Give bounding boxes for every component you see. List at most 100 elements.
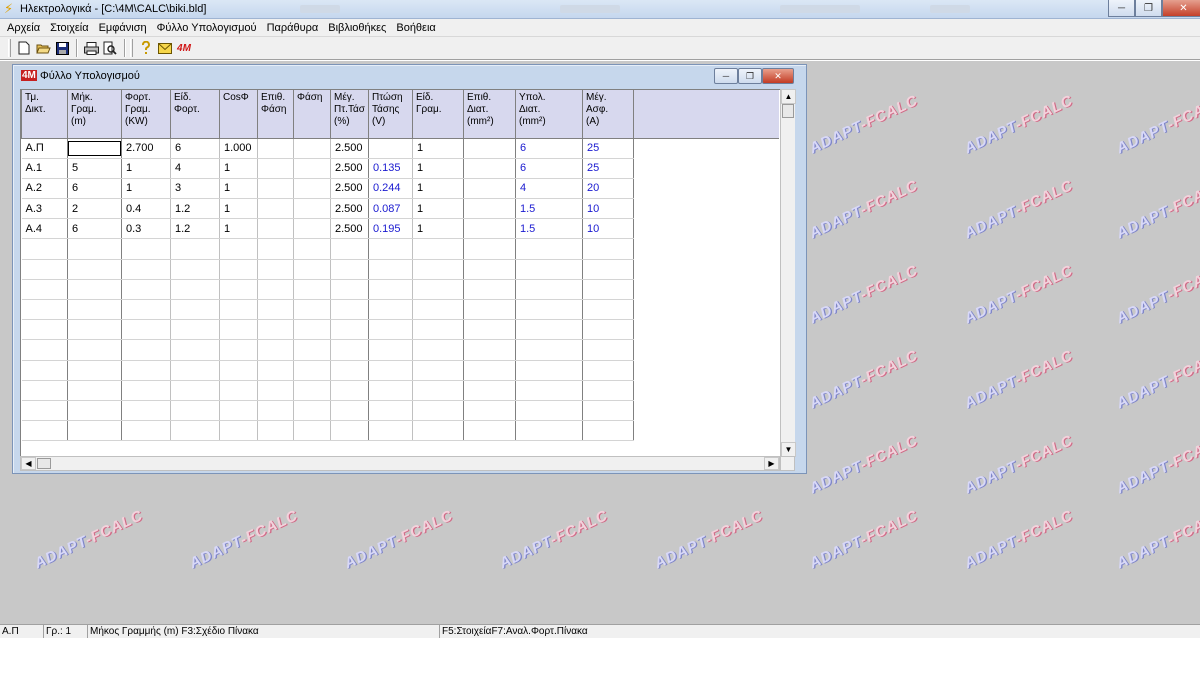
- table-cell[interactable]: [582, 238, 634, 260]
- table-cell[interactable]: 2: [67, 198, 122, 220]
- table-cell[interactable]: [330, 380, 369, 401]
- table-cell[interactable]: [170, 319, 220, 341]
- table-cell[interactable]: 3: [170, 178, 220, 200]
- table-cell[interactable]: [219, 420, 258, 442]
- table-cell[interactable]: 2.700: [121, 138, 171, 159]
- scroll-down-button[interactable]: ▼: [781, 442, 796, 457]
- table-cell[interactable]: [257, 198, 294, 220]
- table-cell[interactable]: [368, 420, 413, 442]
- column-header[interactable]: Επιθ. Διατ. (mm²): [463, 90, 516, 139]
- table-cell[interactable]: [219, 400, 258, 422]
- table-cell[interactable]: [257, 259, 294, 280]
- table-cell[interactable]: [368, 299, 413, 321]
- table-cell[interactable]: [21, 380, 68, 401]
- child-title-bar[interactable]: 4M Φύλλο Υπολογισμού ─ ❐ ✕: [13, 65, 806, 87]
- table-cell[interactable]: [463, 238, 516, 260]
- table-cell[interactable]: [257, 360, 294, 381]
- menu-item[interactable]: Παράθυρα: [262, 19, 324, 37]
- table-cell[interactable]: [412, 299, 464, 321]
- menu-item[interactable]: Βιβλιοθήκες: [323, 19, 391, 37]
- table-cell[interactable]: [293, 279, 331, 301]
- table-cell[interactable]: [330, 420, 369, 442]
- table-cell[interactable]: [170, 380, 220, 401]
- table-cell[interactable]: [21, 238, 68, 260]
- table-cell[interactable]: [582, 400, 634, 422]
- table-cell[interactable]: [293, 178, 331, 200]
- size-grip[interactable]: [780, 456, 795, 471]
- table-cell[interactable]: [257, 238, 294, 260]
- table-cell[interactable]: [219, 279, 258, 301]
- table-cell[interactable]: 6: [515, 158, 583, 179]
- table-cell[interactable]: Α.4: [21, 218, 68, 240]
- table-cell[interactable]: [463, 420, 516, 442]
- table-cell[interactable]: [67, 279, 122, 301]
- vertical-scroll-thumb[interactable]: [782, 104, 794, 118]
- print-button[interactable]: [82, 39, 100, 57]
- table-cell[interactable]: [219, 360, 258, 381]
- table-cell[interactable]: [21, 420, 68, 442]
- table-cell[interactable]: [293, 380, 331, 401]
- table-cell[interactable]: 1.5: [515, 218, 583, 240]
- table-cell[interactable]: [582, 279, 634, 301]
- table-cell[interactable]: [257, 400, 294, 422]
- table-cell[interactable]: [515, 400, 583, 422]
- column-header[interactable]: Μήκ. Γραμ. (m): [67, 90, 122, 139]
- table-cell[interactable]: [330, 339, 369, 361]
- table-cell[interactable]: [170, 339, 220, 361]
- table-cell[interactable]: [121, 238, 171, 260]
- table-cell[interactable]: [293, 339, 331, 361]
- table-cell[interactable]: [257, 218, 294, 240]
- menu-item[interactable]: Φύλλο Υπολογισμού: [152, 19, 262, 37]
- table-cell[interactable]: [121, 380, 171, 401]
- table-cell[interactable]: [412, 420, 464, 442]
- table-cell[interactable]: 0.4: [121, 198, 171, 220]
- table-cell[interactable]: [257, 319, 294, 341]
- table-cell[interactable]: [257, 299, 294, 321]
- column-header[interactable]: Είδ. Γραμ.: [412, 90, 464, 139]
- table-cell[interactable]: 10: [582, 198, 634, 220]
- table-cell[interactable]: [368, 138, 413, 159]
- table-cell[interactable]: [67, 380, 122, 401]
- table-cell[interactable]: [257, 158, 294, 179]
- table-cell[interactable]: [330, 319, 369, 341]
- table-cell[interactable]: [67, 299, 122, 321]
- table-cell[interactable]: [412, 360, 464, 381]
- table-cell[interactable]: [257, 420, 294, 442]
- table-cell[interactable]: [330, 400, 369, 422]
- column-header[interactable]: Υπολ. Διατ. (mm²): [515, 90, 583, 139]
- table-cell[interactable]: 1: [412, 198, 464, 220]
- table-cell[interactable]: [463, 138, 516, 159]
- table-cell[interactable]: 1.000: [219, 138, 258, 159]
- table-cell[interactable]: [515, 279, 583, 301]
- table-cell[interactable]: [293, 360, 331, 381]
- child-close-button[interactable]: ✕: [762, 68, 794, 84]
- table-cell[interactable]: [412, 259, 464, 280]
- table-cell[interactable]: Α.Π: [21, 138, 68, 159]
- table-cell[interactable]: [582, 299, 634, 321]
- table-cell[interactable]: [67, 360, 122, 381]
- table-cell[interactable]: 10: [582, 218, 634, 240]
- mail-button[interactable]: [156, 39, 174, 57]
- column-header[interactable]: Μέγ. Ασφ. (A): [582, 90, 634, 139]
- table-cell[interactable]: [330, 259, 369, 280]
- print-preview-button[interactable]: [101, 39, 119, 57]
- table-cell[interactable]: [293, 420, 331, 442]
- table-cell[interactable]: [170, 360, 220, 381]
- table-cell[interactable]: 0.087: [368, 198, 413, 220]
- column-header[interactable]: CosΦ: [219, 90, 258, 139]
- table-cell[interactable]: [463, 380, 516, 401]
- table-cell[interactable]: [515, 339, 583, 361]
- table-cell[interactable]: [67, 400, 122, 422]
- table-cell[interactable]: [293, 238, 331, 260]
- child-minimize-button[interactable]: ─: [714, 68, 738, 84]
- column-header[interactable]: Επιθ. Φάση: [257, 90, 294, 139]
- table-cell[interactable]: [170, 299, 220, 321]
- table-cell[interactable]: [21, 259, 68, 280]
- table-cell[interactable]: [293, 319, 331, 341]
- table-cell[interactable]: [21, 279, 68, 301]
- toolbar-grip[interactable]: [130, 39, 133, 57]
- minimize-button[interactable]: ─: [1108, 0, 1135, 17]
- table-cell[interactable]: 1: [219, 198, 258, 220]
- table-cell[interactable]: [368, 400, 413, 422]
- about-4m-button[interactable]: 4M: [175, 39, 193, 57]
